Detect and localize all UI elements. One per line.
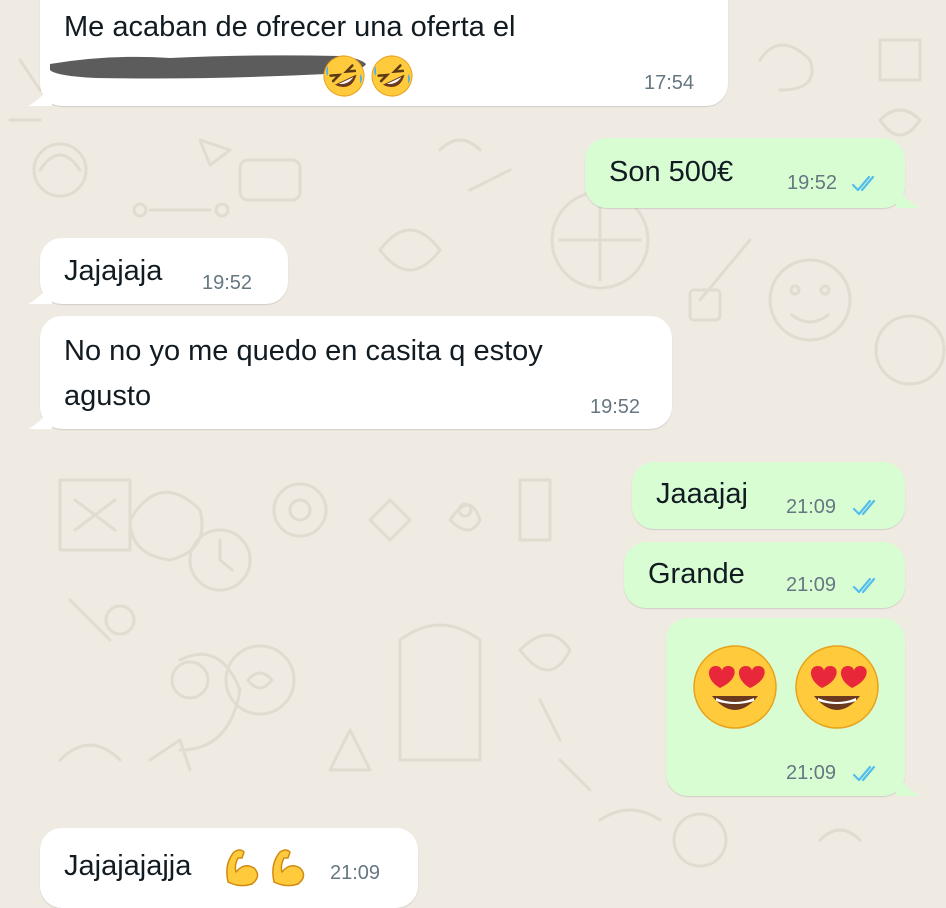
message-text-line: No no yo me quedo en casita q estoy [64, 335, 543, 367]
read-receipt-icon [852, 765, 876, 782]
bubble-tail [896, 186, 920, 208]
message-bubble-outgoing[interactable]: Son 500€ 19:52 [585, 138, 905, 208]
flexed-biceps-icon [226, 849, 259, 887]
message-bubble-outgoing[interactable]: Grande 21:09 [624, 542, 905, 608]
message-timestamp: 21:09 [786, 496, 837, 518]
message-text: Jaaajaj [656, 478, 748, 510]
message-text: Jajajaja [64, 255, 163, 287]
bubble-tail [896, 774, 920, 796]
message-text: Jajajajajja [64, 850, 192, 882]
flexed-biceps-icon [272, 849, 305, 887]
rolling-on-floor-laughing-icon [371, 55, 413, 97]
smiling-face-with-heart-eyes-icon [795, 645, 879, 729]
message-text: Me acaban de ofrecer una oferta el [64, 11, 516, 43]
message-bubble-incoming[interactable]: Me acaban de ofrecer una oferta el 17:54 [40, 0, 728, 106]
read-receipt-icon [851, 175, 875, 192]
redacted-text [50, 55, 366, 79]
read-receipt-icon [852, 577, 876, 594]
message-bubble-incoming[interactable]: Jajajajajja 21:09 [40, 828, 418, 908]
message-timestamp: 17:54 [644, 72, 695, 94]
message-text-line: agusto [64, 380, 152, 412]
message-timestamp: 19:52 [787, 172, 838, 194]
message-bubble-outgoing[interactable]: 21:09 [666, 618, 905, 796]
message-timestamp: 21:09 [786, 762, 837, 784]
message-timestamp: 21:09 [330, 862, 381, 884]
message-text: Son 500€ [609, 156, 734, 188]
message-timestamp: 19:52 [202, 272, 253, 294]
smiling-face-with-heart-eyes-icon [693, 645, 777, 729]
message-bubble-incoming[interactable]: Jajajaja 19:52 [40, 238, 288, 304]
message-bubble-outgoing[interactable]: Jaaajaj 21:09 [632, 462, 905, 529]
rolling-on-floor-laughing-icon [323, 55, 365, 97]
message-timestamp: 21:09 [786, 574, 837, 596]
bubble-tail [28, 282, 52, 304]
bubble-tail [28, 407, 52, 429]
message-text: Grande [648, 558, 745, 590]
read-receipt-icon [852, 499, 876, 516]
bubble-tail [28, 84, 52, 106]
message-timestamp: 19:52 [590, 396, 641, 418]
message-bubble-incoming[interactable]: No no yo me quedo en casita q estoy agus… [40, 316, 672, 429]
